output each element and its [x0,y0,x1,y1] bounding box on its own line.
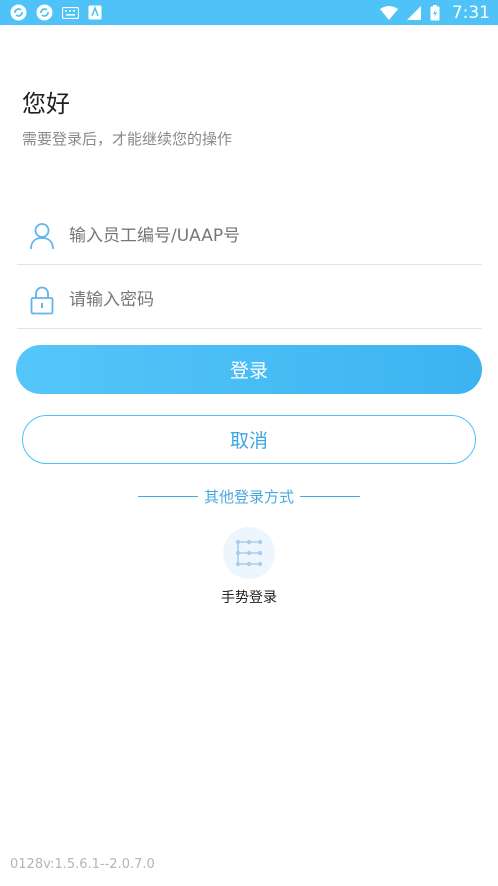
other-login-title: 其他登录方式 [203,487,294,506]
username-field[interactable] [17,207,482,265]
sync-icon [10,4,27,21]
battery-icon [430,4,440,21]
greeting-title: 您好 [22,90,70,118]
cancel-button[interactable]: 取消 [22,415,476,464]
status-bar-right: 7:31 [379,2,490,23]
app-notification-icon [88,5,102,20]
status-time: 7:31 [451,2,490,23]
lock-icon [17,285,67,315]
wifi-icon [379,5,398,20]
sync-icon [36,4,53,21]
keyboard-icon [62,6,79,19]
signal-icon [406,5,421,20]
divider-line-left [137,495,198,497]
other-login-divider: 其他登录方式 [0,484,498,508]
login-screen: 7:31 您好 需要登录后，才能继续您的操作 登录 取消 其他登录方式 [0,0,498,886]
gesture-icon-circle[interactable] [223,527,275,579]
gesture-login-label: 手势登录 [221,590,277,606]
status-bar: 7:31 [0,0,498,25]
status-bar-left [10,4,102,21]
login-button[interactable]: 登录 [16,345,482,394]
greeting-subtitle: 需要登录后，才能继续您的操作 [22,130,233,148]
version-text: 0128v:1.5.6.1--2.0.7.0 [10,857,155,872]
gesture-login-button[interactable]: 手势登录 [199,527,299,607]
password-field[interactable] [17,271,482,329]
user-icon [17,222,67,250]
divider-line-right [300,495,360,497]
username-input[interactable] [67,215,482,256]
password-input[interactable] [67,279,482,320]
gesture-icon [235,539,263,567]
